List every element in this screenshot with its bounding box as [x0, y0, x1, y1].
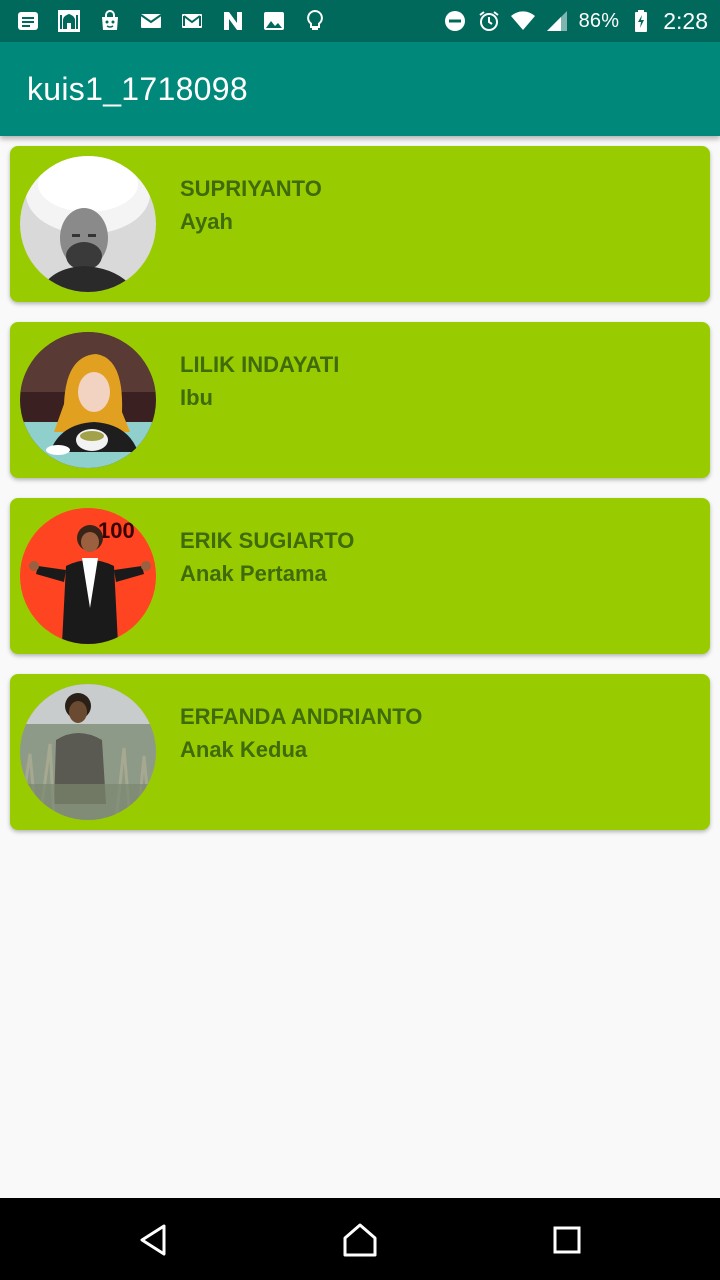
alarm-icon — [477, 9, 501, 33]
member-name: SUPRIYANTO — [180, 176, 322, 201]
list-item[interactable]: SUPRIYANTO Ayah — [10, 146, 710, 302]
home-button[interactable] — [338, 1218, 382, 1262]
recents-button[interactable] — [545, 1218, 589, 1262]
battery-percent: 86% — [578, 9, 620, 32]
signal-icon — [545, 9, 569, 33]
app-title: kuis1_1718098 — [27, 70, 248, 107]
app-bar: kuis1_1718098 — [0, 42, 720, 136]
notes-icon — [16, 9, 40, 33]
member-name: LILIK INDAYATI — [180, 352, 340, 377]
member-role: Anak Kedua — [180, 737, 308, 762]
member-role: Anak Pertama — [180, 561, 327, 586]
n-app-icon — [221, 9, 245, 33]
battery-charging-icon — [629, 9, 653, 33]
mail-icon — [139, 9, 163, 33]
do-not-disturb-icon — [443, 9, 467, 33]
home-icon — [343, 1223, 377, 1257]
back-icon — [140, 1224, 166, 1256]
member-name: ERIK SUGIARTO — [180, 528, 355, 553]
list-item[interactable]: ERFANDA ANDRIANTO Anak Kedua — [10, 674, 710, 830]
avatar: 100 — [20, 508, 156, 644]
member-name: ERFANDA ANDRIANTO — [180, 704, 423, 729]
wifi-icon — [510, 9, 535, 33]
image-icon — [262, 9, 286, 33]
mosque-app-icon — [57, 9, 81, 33]
avatar — [20, 156, 156, 292]
gmail-icon — [180, 9, 204, 33]
status-bar: 86% 2:28 — [0, 0, 720, 42]
svg-text:100: 100 — [98, 518, 135, 543]
navigation-bar — [0, 1198, 720, 1280]
avatar — [20, 332, 156, 468]
member-role: Ayah — [180, 209, 233, 234]
bag-icon — [98, 9, 122, 33]
avatar — [20, 684, 156, 820]
back-button[interactable] — [132, 1218, 176, 1262]
clock: 2:28 — [663, 7, 708, 34]
recents-icon — [553, 1226, 581, 1254]
list-item[interactable]: LILIK INDAYATI Ibu — [10, 322, 710, 478]
bulb-icon — [303, 9, 327, 33]
member-role: Ibu — [180, 385, 213, 410]
list-item[interactable]: 100 ERIK SUGIARTO Anak Pertama — [10, 498, 710, 654]
